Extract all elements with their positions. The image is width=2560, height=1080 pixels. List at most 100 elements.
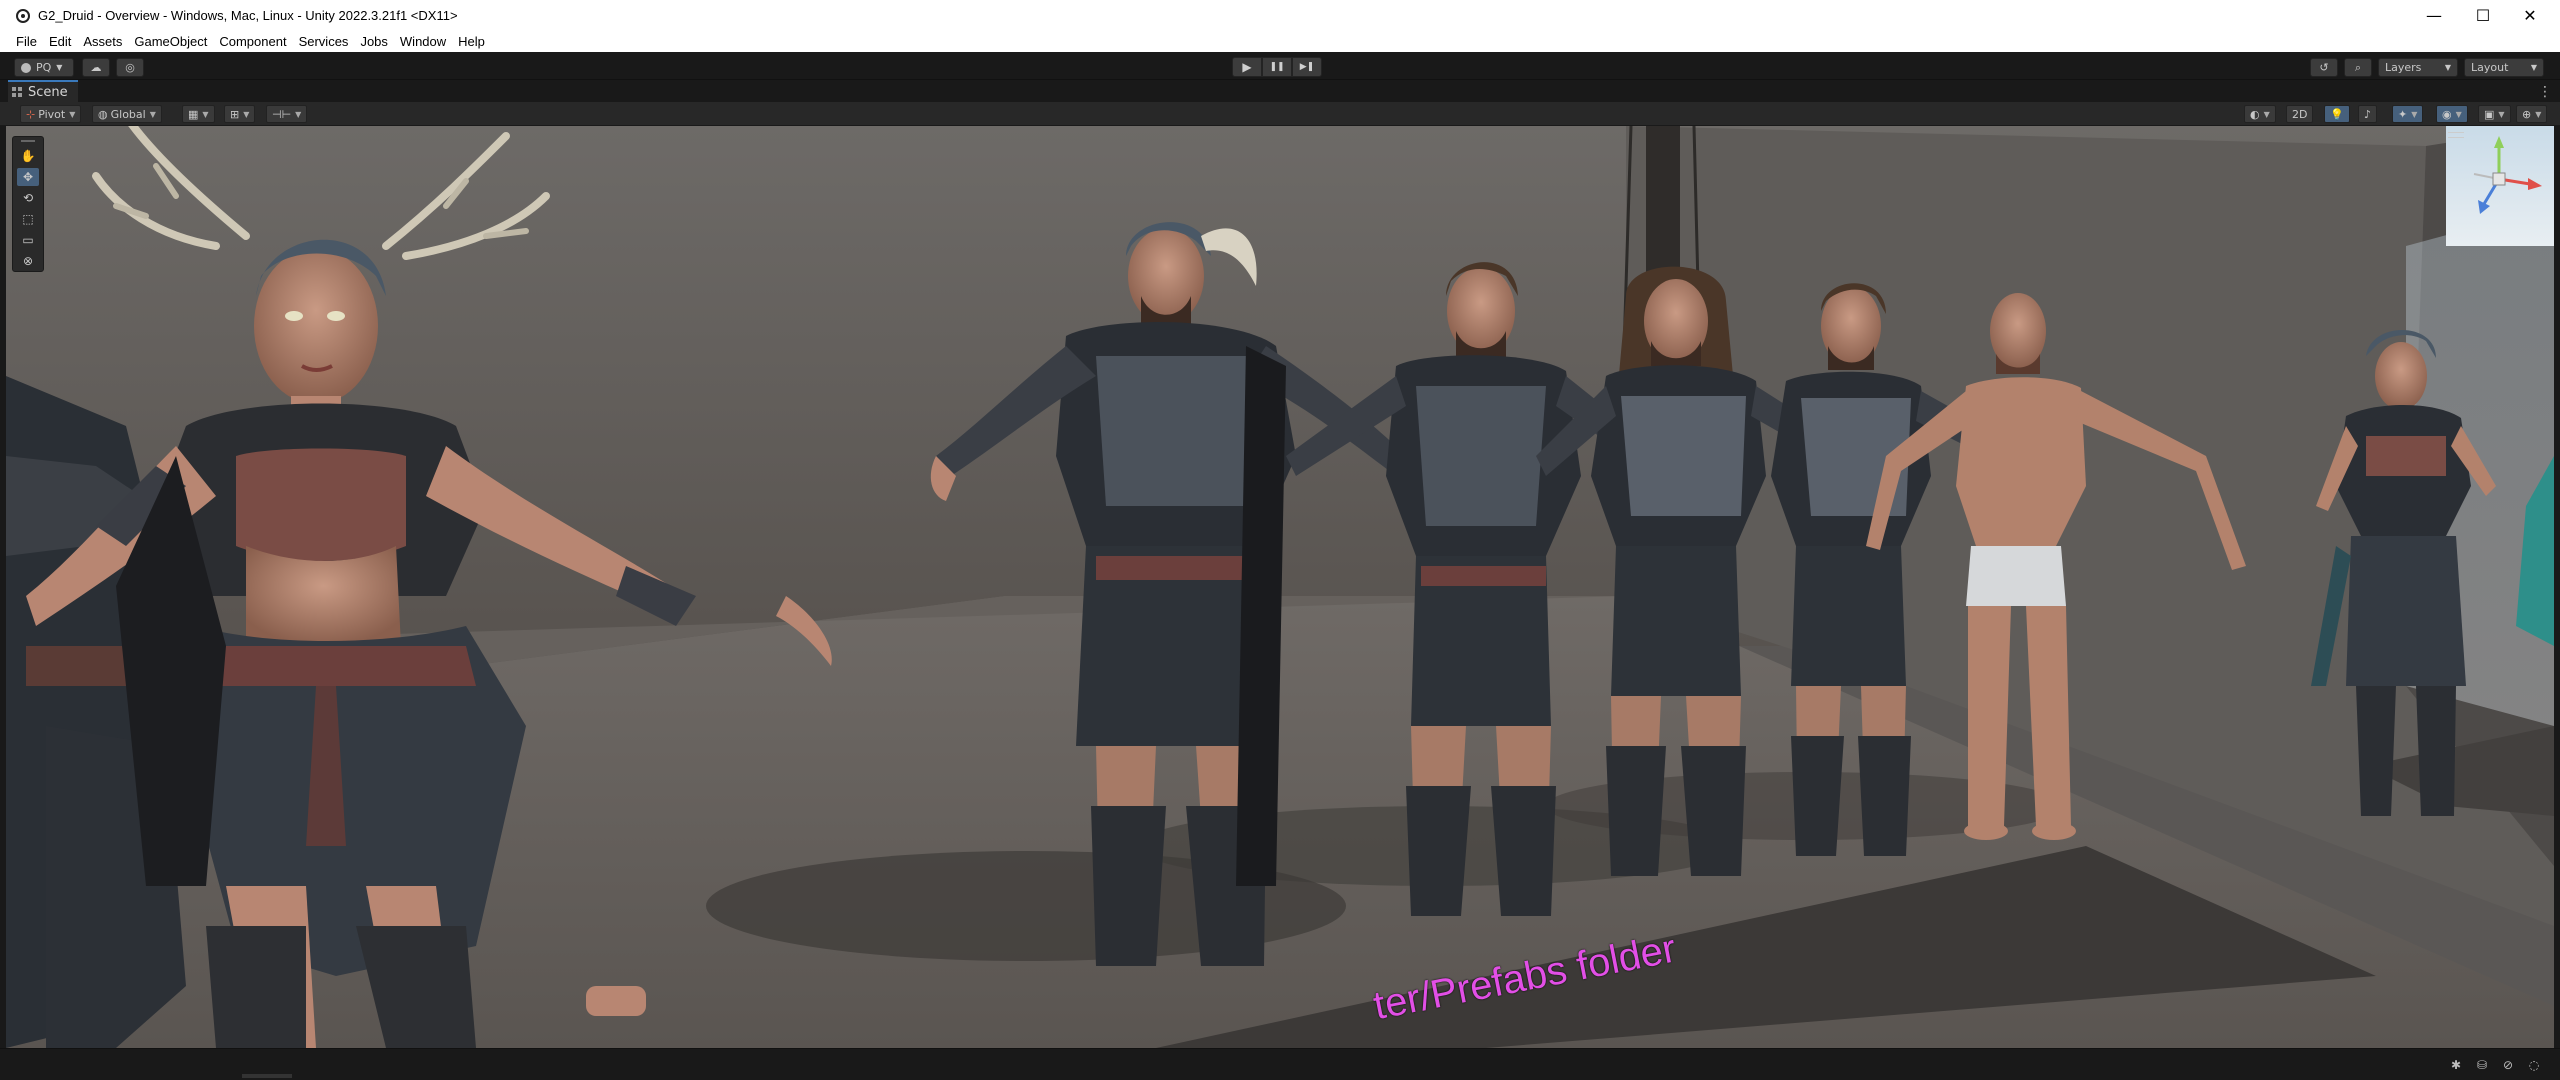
rect-tool[interactable]: ▭ (17, 231, 39, 249)
chevron-down-icon: ▼ (202, 109, 209, 119)
scale-tool[interactable]: ⬚ (17, 210, 39, 228)
account-dropdown[interactable]: PQ ▼ (14, 58, 74, 77)
menu-window[interactable]: Window (400, 34, 446, 49)
audio-toggle[interactable]: ♪ (2358, 105, 2378, 123)
menu-component[interactable]: Component (219, 34, 286, 49)
hand-tool[interactable]: ✋ (17, 147, 39, 165)
cloud-icon: ☁ (90, 61, 102, 74)
camera-settings-dropdown[interactable]: ▣ ▼ (2478, 105, 2511, 123)
gizmo-menu-icon[interactable] (2448, 132, 2464, 138)
pivot-icon: ⊹ (26, 107, 36, 121)
rotate-tool[interactable]: ⟲ (17, 189, 39, 207)
rect-transform-icon: ▭ (22, 233, 34, 247)
search-button[interactable]: ⌕ (2344, 58, 2372, 77)
playback-controls: ▶ ❚❚ ▶❚ (1232, 57, 1322, 77)
scene-grid-icon (12, 87, 22, 97)
chevron-down-icon: ▼ (56, 63, 63, 72)
chevron-down-icon: ▼ (69, 109, 76, 119)
maximize-button[interactable]: ☐ (2460, 0, 2506, 31)
gizmo-y-axis (2494, 136, 2504, 148)
snap-increment-button[interactable]: ⊞ ▼ (224, 105, 256, 123)
chevron-down-icon: ▼ (2498, 109, 2505, 119)
network-icon[interactable]: ⊘ (2500, 1057, 2516, 1073)
menu-assets[interactable]: Assets (83, 34, 122, 49)
hidden-objects-icon: ◉ (2442, 107, 2452, 121)
globe-icon: ◍ (98, 107, 108, 121)
grid-snap-button[interactable]: ▦ ▼ (182, 105, 215, 123)
gizmos-icon: ⊕ (2522, 107, 2532, 121)
mode-2d-label: 2D (2292, 107, 2308, 121)
menu-edit[interactable]: Edit (49, 34, 71, 49)
chevron-down-icon: ▼ (149, 109, 156, 119)
effects-icon: ✦ (2398, 107, 2408, 121)
close-button[interactable]: ✕ (2507, 0, 2553, 31)
gizmos-dropdown[interactable]: ⊕ ▼ (2516, 105, 2548, 123)
snap-icon: ⊞ (230, 107, 240, 121)
chevron-down-icon: ▼ (2411, 109, 2418, 119)
layers-label: Layers (2385, 61, 2422, 74)
status-progress (242, 1074, 292, 1078)
hand-icon: ✋ (20, 149, 36, 163)
align-button[interactable]: ⊣⊢ ▼ (266, 105, 308, 123)
chevron-down-icon: ▼ (2530, 63, 2537, 72)
layers-dropdown[interactable]: Layers ▼ (2378, 58, 2458, 77)
mode-2d-toggle[interactable]: 2D (2286, 105, 2314, 123)
menu-file[interactable]: File (16, 34, 37, 49)
visibility-toggle[interactable]: ◉ ▼ (2436, 105, 2468, 123)
scene-render (6, 126, 2554, 1048)
menu-gameobject[interactable]: GameObject (134, 34, 207, 49)
lighting-status-icon[interactable]: ⛁ (2474, 1057, 2490, 1073)
chevron-down-icon: ▼ (2535, 109, 2542, 119)
global-dropdown[interactable]: ◍ Global ▼ (92, 105, 162, 123)
move-icon: ✥ (22, 170, 34, 184)
pivot-label: Pivot (38, 107, 66, 121)
lighting-toggle[interactable]: 💡 (2324, 105, 2350, 123)
title-bar: G2_Druid - Overview - Windows, Mac, Linu… (0, 0, 2560, 31)
more-options-icon[interactable]: ⋮ (2538, 84, 2552, 100)
tools-palette: ✋ ✥ ⟲ ⬚ ▭ ⊗ (12, 136, 44, 272)
transform-icon: ⊗ (22, 254, 34, 268)
account-label: PQ (36, 61, 52, 74)
menu-bar: File Edit Assets GameObject Component Se… (0, 31, 2560, 52)
tab-scene[interactable]: Scene (8, 80, 78, 102)
draw-mode-dropdown[interactable]: ◐ ▼ (2244, 105, 2276, 123)
effects-dropdown[interactable]: ✦ ▼ (2392, 105, 2424, 123)
play-button[interactable]: ▶ (1232, 57, 1262, 77)
orientation-gizmo[interactable] (2444, 134, 2554, 224)
gizmo-x-axis (2528, 178, 2542, 190)
unity-logo-icon (16, 8, 30, 23)
layout-dropdown[interactable]: Layout ▼ (2464, 58, 2544, 77)
menu-help[interactable]: Help (458, 34, 485, 49)
status-bar: ✱ ⛁ ⊘ ◌ (0, 1048, 2560, 1080)
main-toolbar: PQ ▼ ☁ ◎ ▶ ❚❚ ▶❚ ↺ ⌕ Layers ▼ Layout ▼ (0, 52, 2560, 80)
cloud-button[interactable]: ☁ (82, 58, 110, 77)
minimize-button[interactable]: — (2411, 0, 2457, 31)
pivot-dropdown[interactable]: ⊹ Pivot ▼ (20, 105, 82, 123)
menu-services[interactable]: Services (299, 34, 349, 49)
gizmo-center (2492, 172, 2506, 186)
transform-tool[interactable]: ⊗ (17, 252, 39, 270)
collab-icon: ◎ (125, 61, 135, 74)
collab-button[interactable]: ◎ (116, 58, 144, 77)
history-button[interactable]: ↺ (2310, 58, 2338, 77)
global-label: Global (110, 107, 146, 121)
camera-icon: ▣ (2484, 107, 2495, 121)
pause-button[interactable]: ❚❚ (1262, 57, 1292, 77)
step-button[interactable]: ▶❚ (1292, 57, 1322, 77)
palette-handle[interactable] (21, 140, 35, 142)
settings-status-icon[interactable]: ◌ (2526, 1057, 2542, 1073)
tab-scene-label: Scene (28, 84, 68, 100)
debug-icon[interactable]: ✱ (2448, 1057, 2464, 1073)
move-tool[interactable]: ✥ (17, 168, 39, 186)
chevron-down-icon: ▼ (2444, 63, 2451, 72)
scene-viewport[interactable] (6, 126, 2554, 1048)
account-icon (21, 62, 31, 73)
chevron-down-icon: ▼ (295, 109, 302, 119)
light-bulb-icon: 💡 (2330, 107, 2344, 121)
rotate-icon: ⟲ (22, 191, 34, 205)
window-title: G2_Druid - Overview - Windows, Mac, Linu… (38, 8, 458, 23)
grid-icon: ▦ (188, 107, 199, 121)
layout-label: Layout (2471, 61, 2509, 74)
menu-jobs[interactable]: Jobs (360, 34, 387, 49)
scene-toolbar: ⊹ Pivot ▼ ◍ Global ▼ ▦ ▼ ⊞ ▼ ⊣⊢ ▼ ◐ ▼ 2D… (0, 102, 2560, 126)
